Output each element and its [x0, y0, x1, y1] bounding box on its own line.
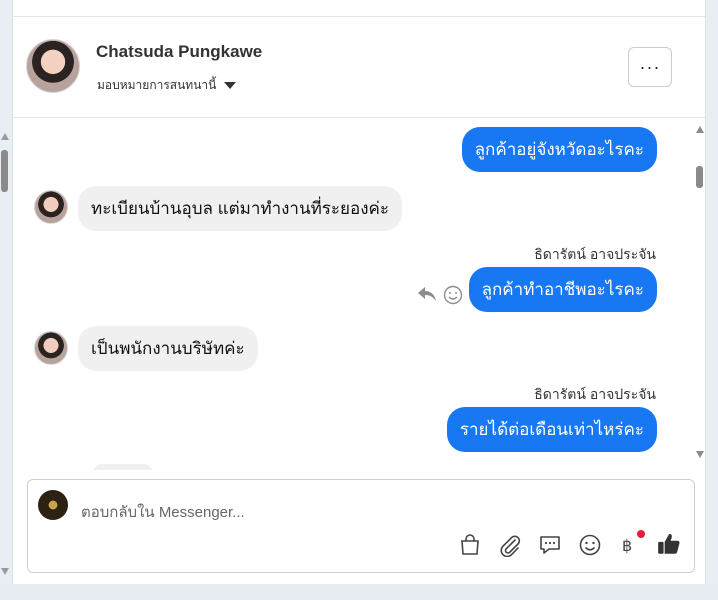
message-list: ลูกค้าอยู่จังหวัดอะไรคะ ทะเบียนบ้านอุบล …: [13, 118, 705, 470]
outer-scrollbar[interactable]: [0, 120, 10, 585]
reply-composer[interactable]: ตอบกลับใน Messenger... ฿: [27, 479, 695, 573]
conversation-panel: Chatsuda Pungkawe มอบหมายการสนทนานี้ ···…: [12, 0, 706, 584]
assign-conversation-dropdown[interactable]: มอบหมายการสนทนานี้: [97, 76, 237, 95]
notification-dot: [637, 530, 645, 538]
emoji-react-icon[interactable]: [443, 285, 463, 305]
assign-label: มอบหมายการสนทนานี้: [97, 78, 217, 92]
thumbs-up-icon[interactable]: [656, 531, 682, 557]
message-bubble-partial: [93, 464, 153, 470]
more-options-button[interactable]: ···: [628, 47, 672, 87]
contact-avatar[interactable]: [26, 39, 80, 93]
message-bubble-incoming[interactable]: เป็นพนักงานบริษัทค่ะ: [78, 326, 258, 371]
sender-name: ธิดารัตน์ อาจประจัน: [534, 386, 656, 402]
saved-replies-icon[interactable]: [538, 533, 562, 557]
conversation-header: Chatsuda Pungkawe มอบหมายการสนทนานี้ ···: [13, 17, 705, 118]
sender-name: ธิดารัตน์ อาจประจัน: [534, 246, 656, 262]
caret-down-icon: [224, 82, 237, 89]
contact-name[interactable]: Chatsuda Pungkawe: [96, 42, 262, 62]
svg-text:฿: ฿: [622, 536, 632, 555]
reply-input[interactable]: ตอบกลับใน Messenger...: [81, 500, 245, 524]
message-bubble-outgoing[interactable]: ลูกค้าอยู่จังหวัดอะไรคะ: [461, 127, 657, 172]
bottom-background: [0, 584, 718, 600]
payment-baht-icon[interactable]: ฿: [616, 533, 640, 557]
contact-avatar-small: [34, 331, 68, 365]
page-avatar: [38, 490, 68, 520]
attachment-icon[interactable]: [498, 533, 522, 557]
reply-icon[interactable]: [417, 285, 437, 303]
message-bubble-outgoing[interactable]: ลูกค้าทำอาชีพอะไรคะ: [468, 267, 657, 312]
message-bubble-outgoing[interactable]: รายได้ต่อเดือนเท่าไหร่คะ: [446, 407, 657, 452]
window-edge: [706, 0, 718, 584]
emoji-icon[interactable]: [578, 533, 602, 557]
shopping-bag-icon[interactable]: [458, 533, 482, 557]
chat-scrollbar[interactable]: [693, 118, 707, 463]
message-bubble-incoming[interactable]: ทะเบียนบ้านอุบล แต่มาทำงานที่ระยองค่ะ: [78, 186, 403, 231]
contact-avatar-small: [34, 190, 68, 224]
